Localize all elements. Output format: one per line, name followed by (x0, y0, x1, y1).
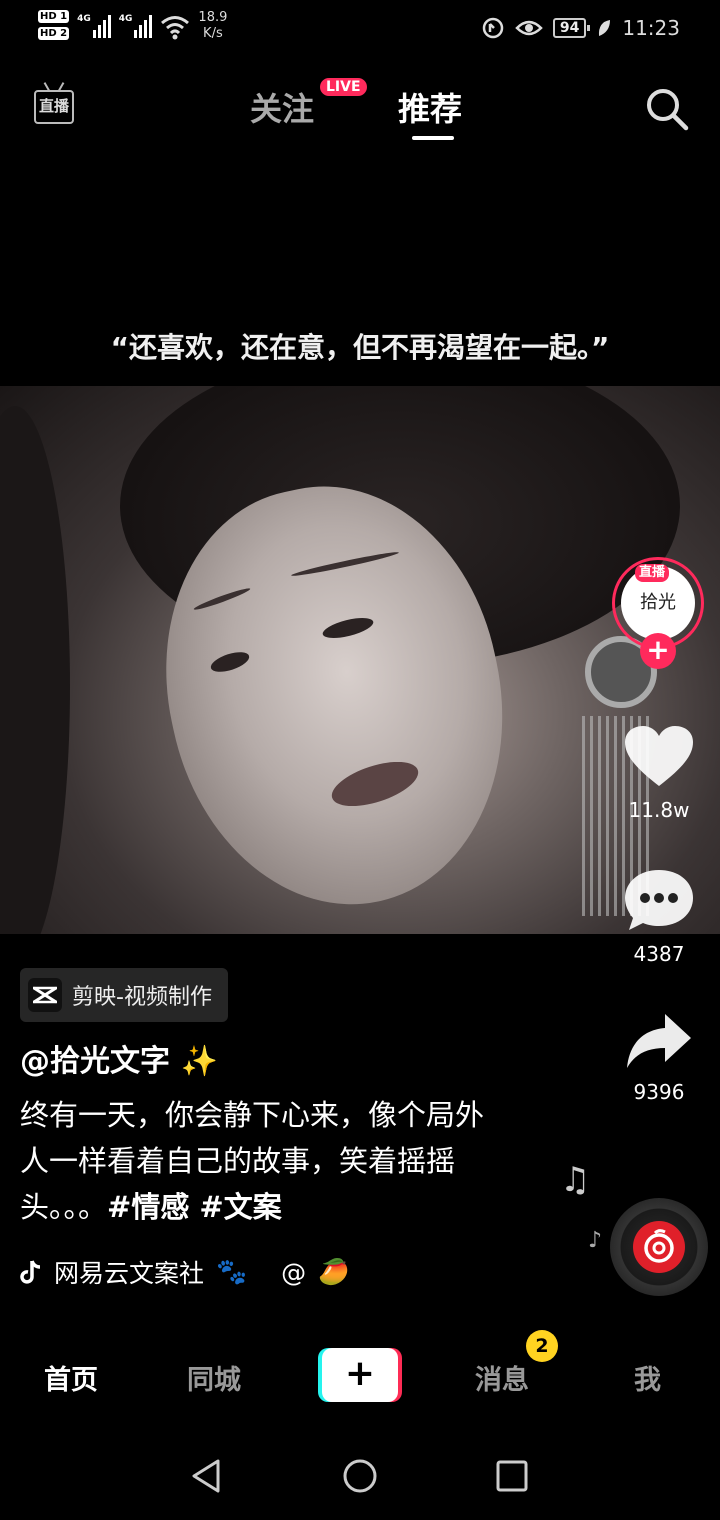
app-anchor-tag[interactable]: 剪映-视频制作 (20, 968, 228, 1022)
comment-button[interactable]: 4387 (618, 868, 700, 966)
nfc-icon (482, 17, 504, 39)
app-anchor-label: 剪映-视频制作 (72, 985, 212, 1010)
video-caption: “还喜欢，还在意，但不再渴望在一起。” (110, 331, 610, 364)
share-button[interactable]: 9396 (618, 1010, 700, 1104)
tab-follow[interactable]: 关注 (250, 84, 314, 130)
leaf-icon (599, 20, 611, 36)
capcut-icon (28, 978, 62, 1012)
music-at: @ (281, 1257, 307, 1287)
top-nav: 直播 关注 LIVE 推荐 (0, 70, 720, 150)
search-icon[interactable] (644, 86, 690, 132)
comment-icon (625, 870, 693, 930)
author-name[interactable]: @拾光文字 ✨ (20, 1036, 218, 1080)
music-title: 网易云文案社 (54, 1259, 205, 1288)
mango-emoji: 🥭 (318, 1257, 350, 1286)
hd-indicator-2: HD 2 (38, 27, 70, 40)
back-icon[interactable] (190, 1458, 222, 1494)
live-button[interactable]: 直播 (34, 82, 78, 126)
like-count: 11.8w (628, 798, 690, 822)
heart-icon (625, 726, 693, 786)
tiktok-note-icon (20, 1260, 41, 1284)
floating-music-note-icon: ♪ (588, 1228, 603, 1253)
hashtags[interactable]: #情感 #文案 (107, 1190, 282, 1224)
tab-messages[interactable]: 消息 (475, 1358, 529, 1397)
create-button[interactable]: + (318, 1348, 402, 1402)
plus-icon: + (322, 1348, 398, 1402)
wifi-icon (161, 16, 190, 40)
status-left: HD 1 HD 2 4G 4G 18.9 K/s (38, 10, 227, 42)
tab-me[interactable]: 我 (634, 1358, 661, 1397)
share-count: 9396 (633, 1080, 685, 1104)
author-handle: @拾光文字 (20, 1044, 170, 1079)
netease-music-icon (633, 1221, 685, 1273)
post-description: 终有一天，你会静下心来，像个局外人一样看着自己的故事，笑着摇摇头。。。#情感 #… (20, 1092, 510, 1230)
signal-icon-1: 4G (77, 10, 111, 38)
avatar-text: 拾光 (640, 592, 676, 613)
hd-indicator-1: HD 1 (38, 10, 70, 23)
messages-badge: 2 (526, 1330, 558, 1362)
network-speed: 18.9 K/s (198, 10, 228, 41)
signal-icon-2: 4G (119, 10, 153, 38)
comment-count: 4387 (633, 942, 685, 966)
clock: 11:23 (622, 16, 680, 40)
tab-home[interactable]: 首页 (44, 1358, 98, 1397)
recents-icon[interactable] (496, 1460, 528, 1492)
tab-nearby[interactable]: 同城 (187, 1358, 241, 1397)
avatar-live-badge: 直播 (635, 564, 670, 582)
video-image-shadow (0, 406, 70, 934)
bottom-tab-bar: 首页 同城 + 消息 2 我 (0, 1330, 720, 1420)
tab-indicator (412, 136, 454, 140)
status-bar: HD 1 HD 2 4G 4G 18.9 K/s 94 11:23 (0, 0, 720, 60)
live-icon-label: 直播 (38, 97, 69, 115)
status-right: 94 11:23 (481, 16, 680, 40)
share-icon (627, 1014, 691, 1068)
follow-button[interactable]: + (640, 633, 676, 669)
battery-indicator: 94 (552, 18, 591, 38)
system-nav-bar (0, 1430, 720, 1520)
floating-music-note-icon: ♫ (560, 1160, 591, 1200)
music-disc[interactable] (610, 1198, 708, 1296)
paw-emoji: 🐾 (216, 1257, 248, 1286)
sparkle-emoji: ✨ (180, 1044, 218, 1079)
video-frame[interactable] (0, 386, 720, 934)
music-info[interactable]: 网易云文案社 🐾 @ 🥭 (20, 1254, 349, 1290)
live-badge: LIVE (318, 76, 369, 98)
home-icon[interactable] (342, 1458, 378, 1494)
tab-recommend[interactable]: 推荐 (398, 84, 462, 130)
eye-icon (515, 20, 543, 36)
like-button[interactable]: 11.8w (618, 724, 700, 822)
